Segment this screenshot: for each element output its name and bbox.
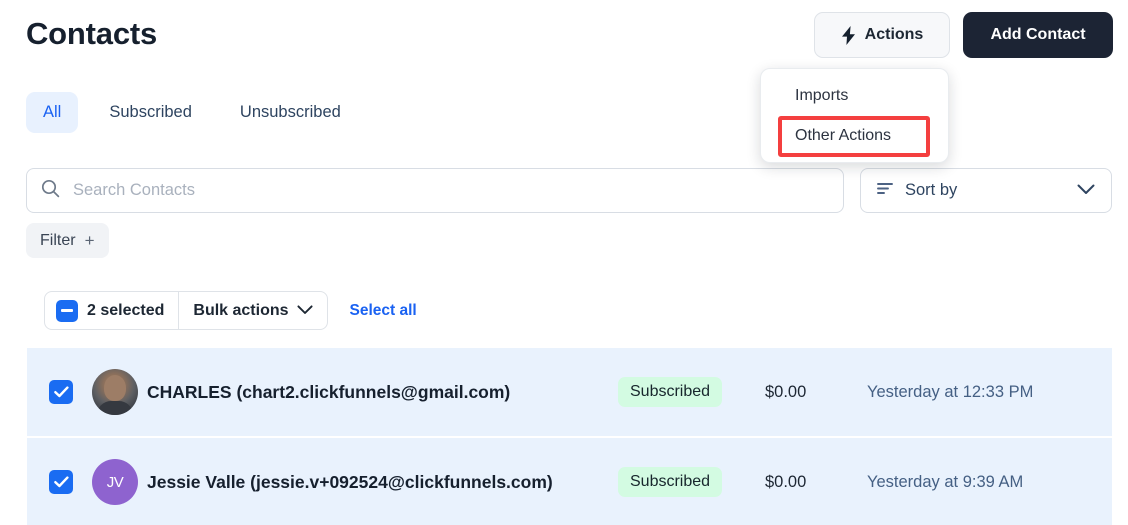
bolt-icon xyxy=(841,25,856,45)
dropdown-item-other-actions[interactable]: Other Actions xyxy=(761,116,948,156)
selected-count-label: 2 selected xyxy=(87,301,165,319)
select-all-link[interactable]: Select all xyxy=(350,302,417,320)
row-checkbox[interactable] xyxy=(49,470,73,494)
plus-icon: + xyxy=(84,230,95,250)
actions-button[interactable]: Actions xyxy=(814,12,950,58)
tab-label: Subscribed xyxy=(109,103,192,121)
dropdown-item-label: Imports xyxy=(795,87,849,104)
bulk-group: 2 selected Bulk actions xyxy=(44,291,328,330)
select-all-checkbox[interactable] xyxy=(56,299,78,322)
status-badge: Subscribed xyxy=(618,467,723,497)
dropdown-item-label: Other Actions xyxy=(795,127,892,144)
sort-by-label: Sort by xyxy=(905,181,958,199)
filter-button[interactable]: Filter + xyxy=(26,223,109,258)
selected-count-cell[interactable]: 2 selected xyxy=(45,292,180,329)
contact-amount: $0.00 xyxy=(765,472,807,491)
avatar xyxy=(92,369,138,415)
actions-button-label: Actions xyxy=(864,26,924,43)
avatar: JV xyxy=(92,459,138,505)
contacts-page: Contacts Actions Add Contact Imports Oth… xyxy=(0,0,1128,525)
search-box[interactable] xyxy=(26,168,844,213)
sort-by-dropdown[interactable]: Sort by xyxy=(860,168,1112,213)
search-icon xyxy=(41,179,60,203)
filter-label: Filter xyxy=(40,231,76,249)
table-row[interactable]: CHARLES (chart2.clickfunnels@gmail.com) … xyxy=(27,348,1112,436)
tab-unsubscribed[interactable]: Unsubscribed xyxy=(223,92,358,133)
contact-name: Jessie Valle (jessie.v+092524@clickfunne… xyxy=(147,471,553,492)
indeterminate-dash-icon xyxy=(61,309,73,312)
contact-timestamp: Yesterday at 9:39 AM xyxy=(867,472,1024,491)
contact-name: CHARLES (chart2.clickfunnels@gmail.com) xyxy=(147,381,511,402)
table-row[interactable]: JV Jessie Valle (jessie.v+092524@clickfu… xyxy=(27,438,1112,525)
contact-amount: $0.00 xyxy=(765,382,807,401)
sort-icon xyxy=(877,181,894,201)
bulk-actions-label: Bulk actions xyxy=(193,301,289,319)
status-badge: Subscribed xyxy=(618,377,723,407)
actions-dropdown-menu[interactable]: Imports Other Actions xyxy=(760,68,949,163)
chevron-down-icon xyxy=(1077,181,1095,200)
tab-label: Unsubscribed xyxy=(239,103,341,121)
add-contact-label: Add Contact xyxy=(990,26,1086,43)
chevron-down-icon xyxy=(296,302,313,320)
search-input[interactable] xyxy=(71,180,771,201)
page-title: Contacts xyxy=(26,16,158,51)
dropdown-item-imports[interactable]: Imports xyxy=(761,76,948,116)
tab-all[interactable]: All xyxy=(26,92,79,133)
row-checkbox[interactable] xyxy=(49,380,73,404)
bulk-action-bar: 2 selected Bulk actions Select all xyxy=(44,291,417,330)
tab-subscribed[interactable]: Subscribed xyxy=(92,92,209,133)
add-contact-button[interactable]: Add Contact xyxy=(963,12,1113,58)
bulk-actions-dropdown[interactable]: Bulk actions xyxy=(179,292,326,329)
tab-label: All xyxy=(43,103,62,121)
contact-timestamp: Yesterday at 12:33 PM xyxy=(867,382,1034,401)
status-tabs: All Subscribed Unsubscribed xyxy=(26,92,372,133)
